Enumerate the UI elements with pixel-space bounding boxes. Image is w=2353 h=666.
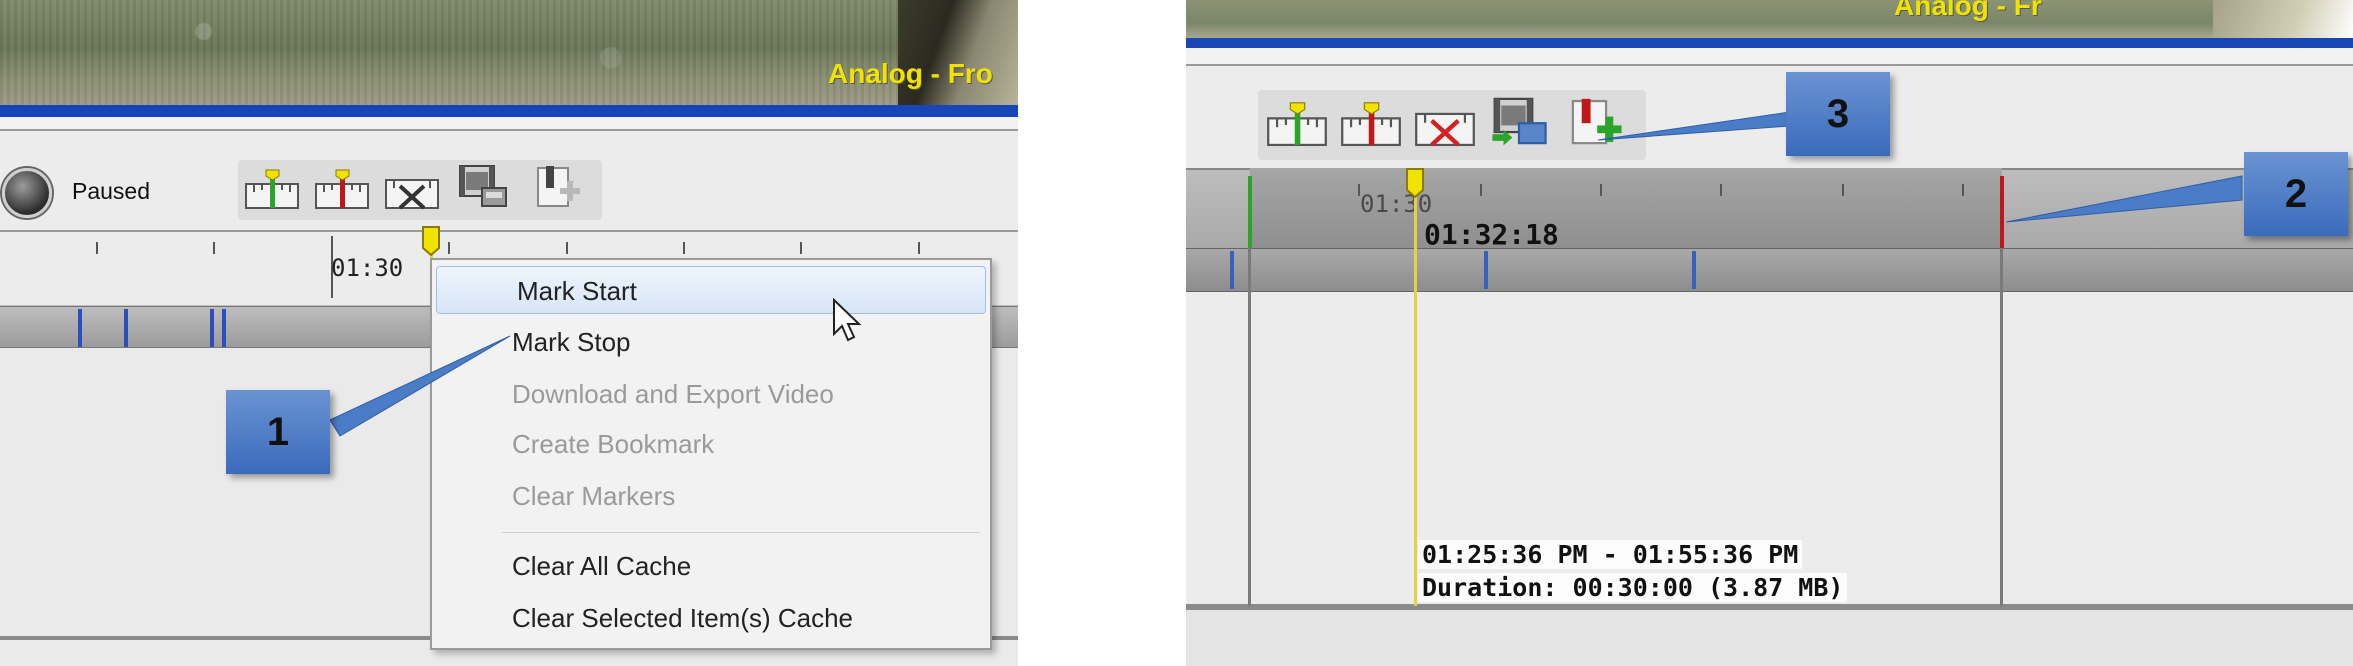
callout-1: 1 (226, 390, 330, 474)
callout-1-pointer (329, 335, 511, 437)
right-screenshot-panel: Analog - Fr 01:30 01:32:18 01:25:36 PM -… (1186, 0, 2353, 666)
callout-pointers (1597, 111, 2243, 223)
callout-3: 3 (1786, 72, 1890, 156)
left-screenshot-panel: Analog - Fro Paused 01:30 Mark Start Mar… (0, 0, 1018, 666)
callout-2: 2 (2244, 152, 2348, 236)
